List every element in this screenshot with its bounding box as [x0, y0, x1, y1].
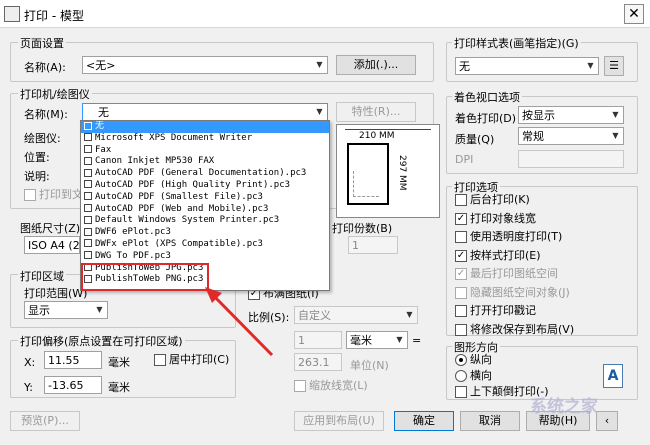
annotation-arrow — [205, 287, 274, 357]
watermark: 系统之家 — [530, 397, 598, 417]
